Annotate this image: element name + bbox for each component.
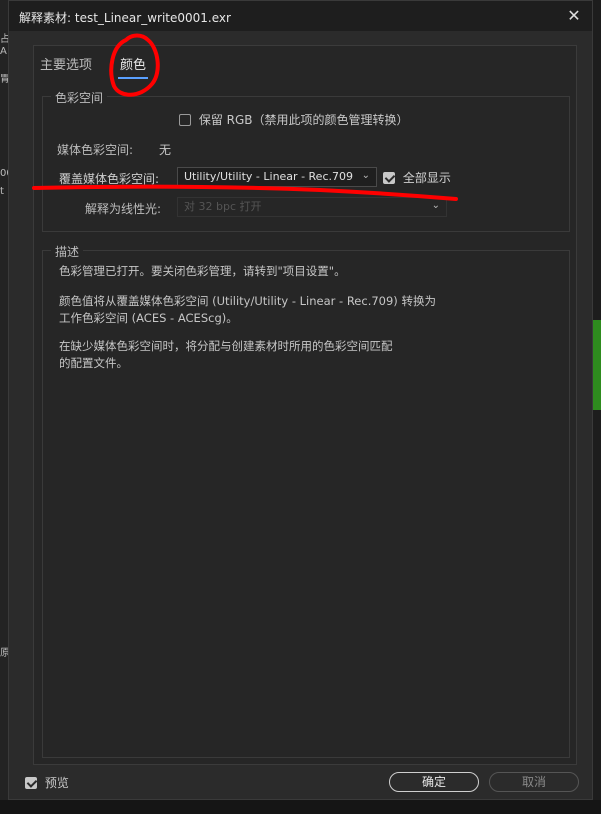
description-line: 颜色值将从覆盖媒体色彩空间 (Utility/Utility - Linear … [59,294,436,308]
tab-color[interactable]: 颜色 [118,54,149,79]
tabs-panel: 主要选项 颜色 色彩空间 保留 RGB（禁用此项的颜色管理转换） 媒体色彩空间:… [33,45,577,765]
show-all-checkbox[interactable] [383,172,395,184]
override-color-space-value: Utility/Utility - Linear - Rec.709 [184,170,353,183]
preserve-rgb-checkbox[interactable] [179,114,191,126]
show-all-label: 全部显示 [402,171,451,185]
media-color-space-value: 无 [159,143,172,157]
description-group: 描述 色彩管理已打开。要关闭色彩管理，请转到"项目设置"。 颜色值将从覆盖媒体色… [42,243,570,758]
chevron-down-icon: ⌄ [361,170,370,181]
interpret-linear-dropdown[interactable]: 对 32 bpc 打开 ⌄ [177,197,447,217]
chevron-down-icon: ⌄ [431,200,440,211]
preserve-rgb-row[interactable]: 保留 RGB（禁用此项的颜色管理转换） [179,111,409,128]
description-line: 在缺少媒体色彩空间时，将分配与创建素材时所用的色彩空间匹配 [59,339,393,353]
tab-color-label: 颜色 [120,58,147,73]
preview-checkbox[interactable] [25,777,37,789]
dialog-titlebar[interactable]: 解释素材: test_Linear_write0001.exr ✕ [9,1,592,31]
description-legend: 描述 [51,243,84,260]
preserve-rgb-label: 保留 RGB（禁用此项的颜色管理转换） [198,113,409,127]
preview-row[interactable]: 预览 [25,774,69,791]
color-space-group: 色彩空间 保留 RGB（禁用此项的颜色管理转换） 媒体色彩空间: 无 覆盖媒体色… [42,89,570,232]
override-color-space-dropdown[interactable]: Utility/Utility - Linear - Rec.709 ⌄ [177,167,377,187]
interpret-linear-value: 对 32 bpc 打开 [184,200,262,213]
tab-main-options[interactable]: 主要选项 [40,54,92,73]
description-line: 色彩管理已打开。要关闭色彩管理，请转到"项目设置"。 [59,264,346,278]
interpret-linear-label: 解释为线性光: [85,202,162,216]
bg-fragment: t [0,186,4,197]
interpret-footage-dialog: 解释素材: test_Linear_write0001.exr ✕ 主要选项 颜… [8,0,593,800]
dialog-title: 解释素材: test_Linear_write0001.exr [19,11,231,25]
background-app-bottom [0,800,601,814]
description-line: 的配置文件。 [59,356,128,370]
media-color-space-label: 媒体色彩空间: [57,143,134,157]
ok-button[interactable]: 确定 [389,772,479,792]
active-tab-underline [118,77,149,79]
show-all-row[interactable]: 全部显示 [383,169,451,186]
preview-label: 预览 [44,776,69,790]
close-icon[interactable]: ✕ [564,6,584,26]
color-space-legend: 色彩空间 [51,89,108,106]
override-color-space-label: 覆盖媒体色彩空间: [59,172,160,186]
description-line: 工作色彩空间 (ACES - ACEScg)。 [59,311,238,325]
bg-fragment: A [0,46,7,57]
cancel-button[interactable]: 取消 [489,772,579,792]
